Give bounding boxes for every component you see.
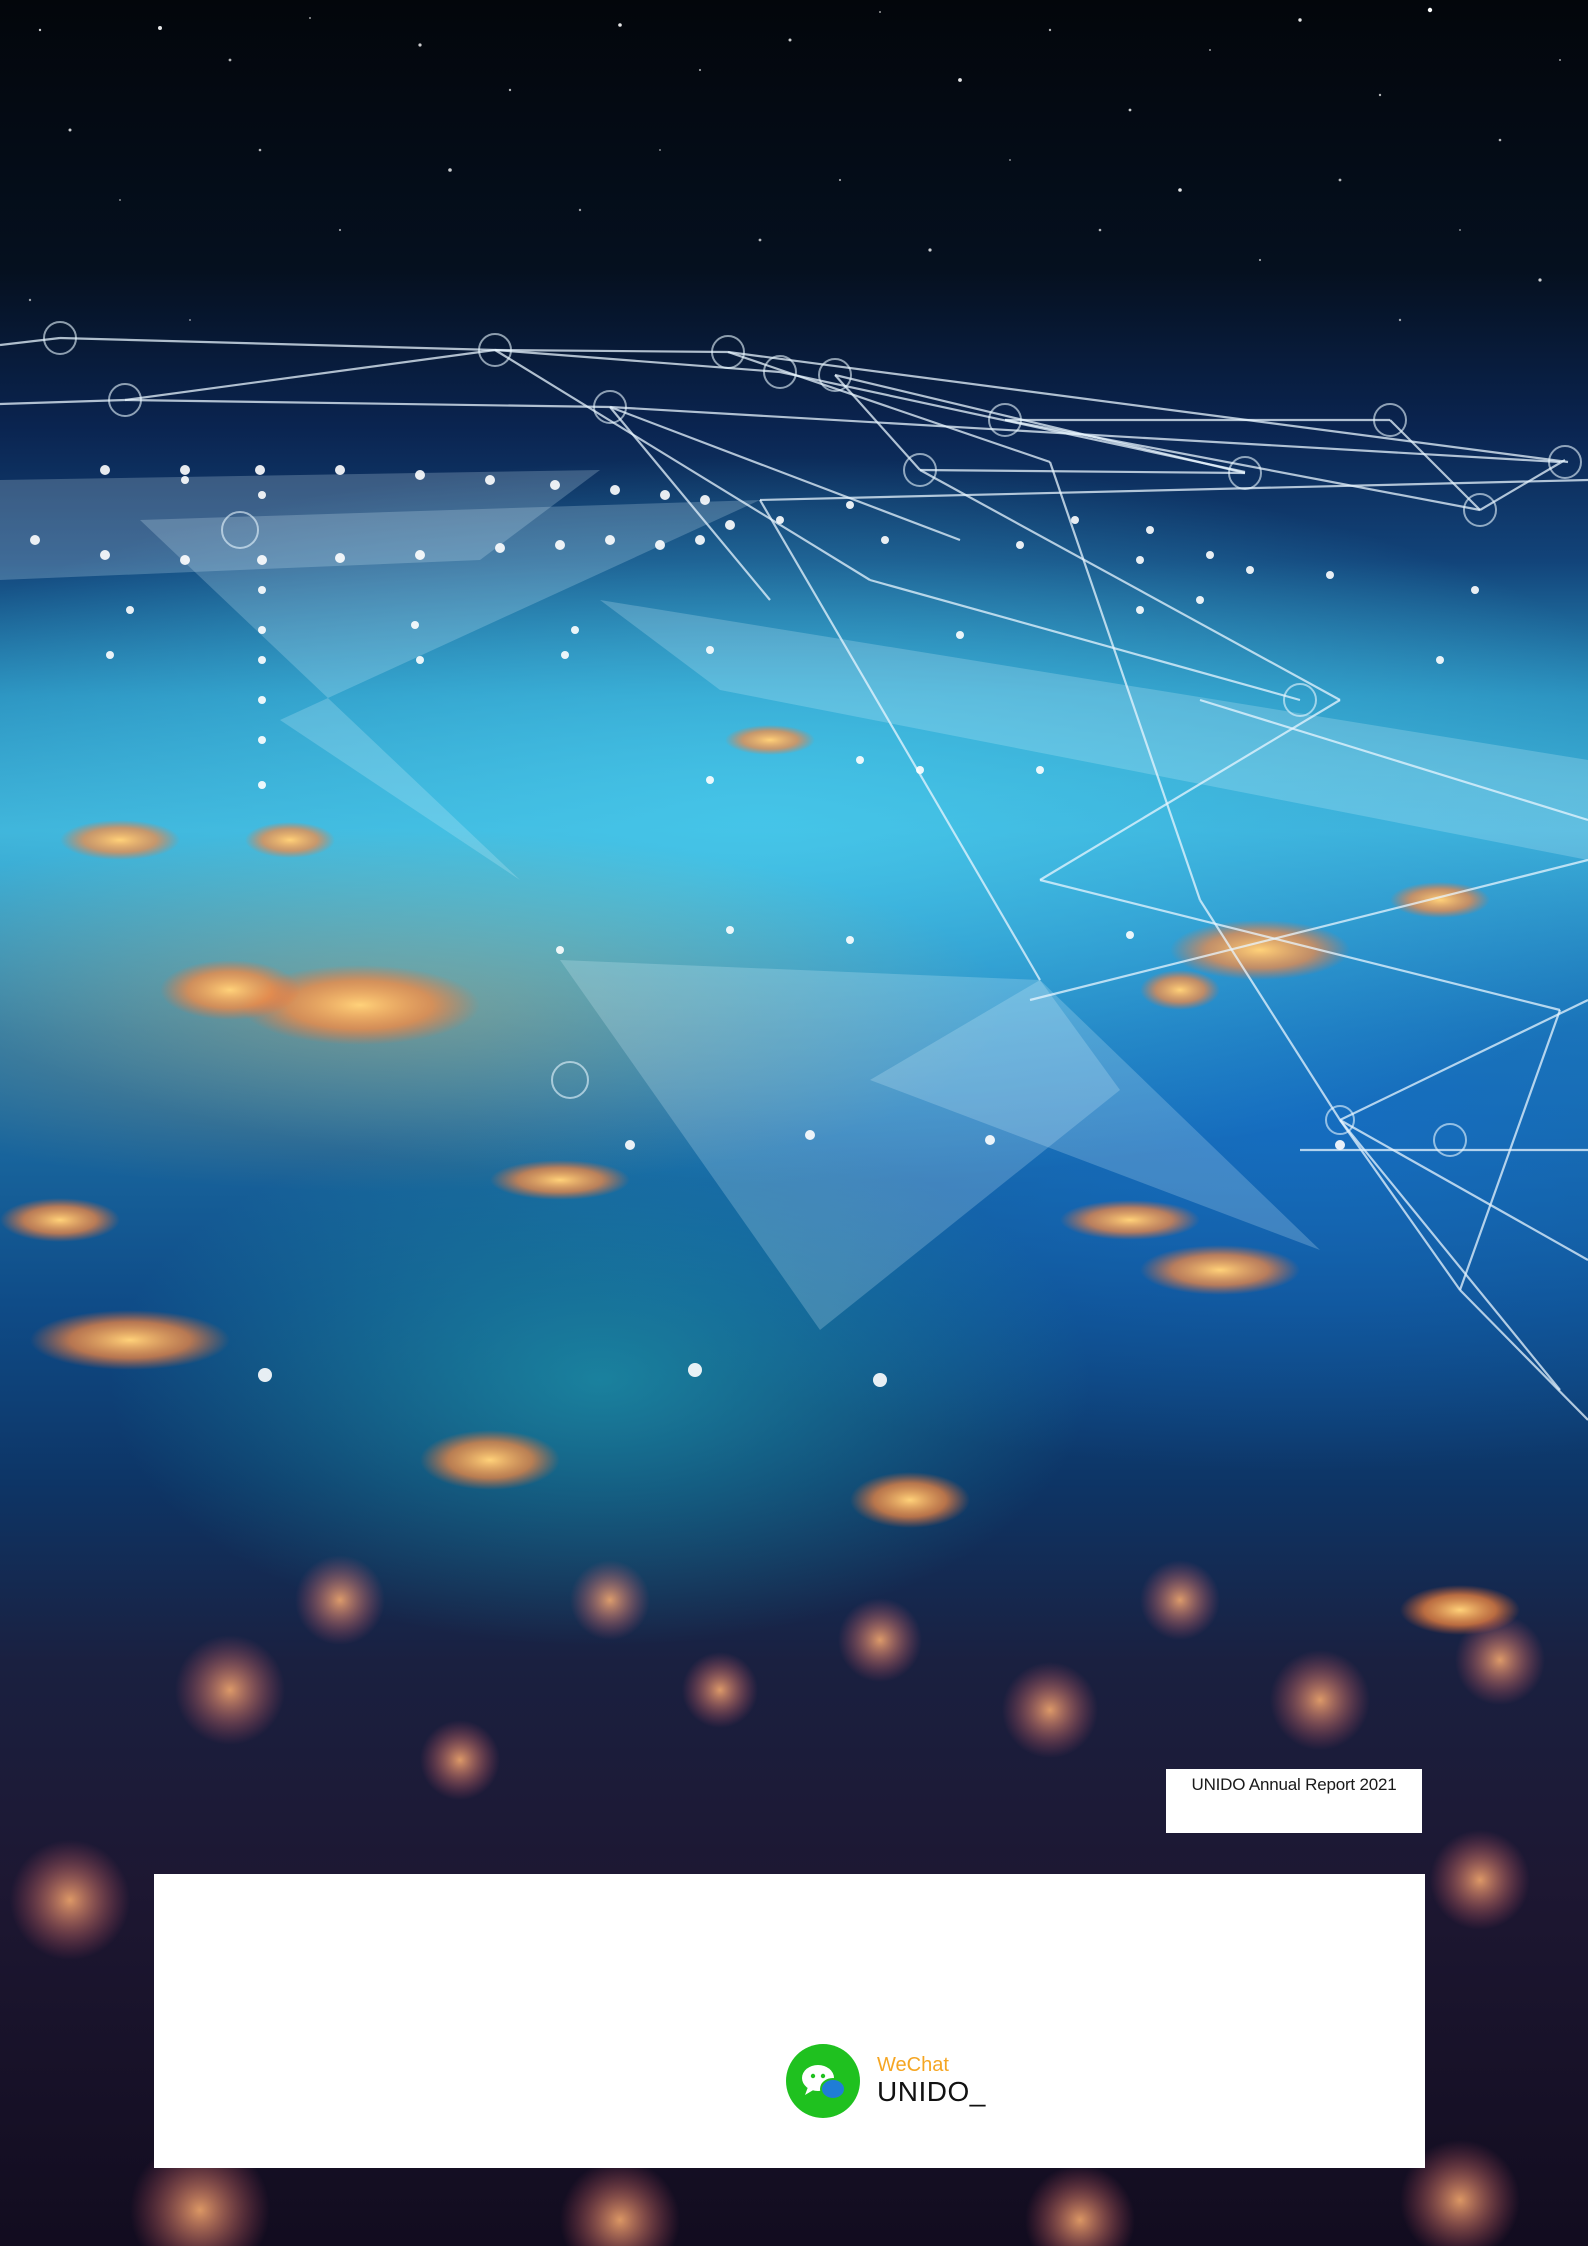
wechat-handle[interactable]: UNIDO_ [877, 2076, 986, 2108]
wechat-text: WeChat UNIDO_ [877, 2054, 986, 2108]
back-cover: UNIDO Annual Report 2021 WeChat UNIDO_ [0, 0, 1588, 2246]
report-title: UNIDO Annual Report 2021 [1191, 1775, 1397, 1794]
wechat-icon [786, 2044, 860, 2118]
report-title-tag: UNIDO Annual Report 2021 [1166, 1769, 1422, 1833]
wechat-label: WeChat [877, 2054, 949, 2076]
footer-panel: WeChat UNIDO_ [154, 1874, 1425, 2168]
wechat-contact[interactable]: WeChat UNIDO_ [786, 2044, 986, 2118]
